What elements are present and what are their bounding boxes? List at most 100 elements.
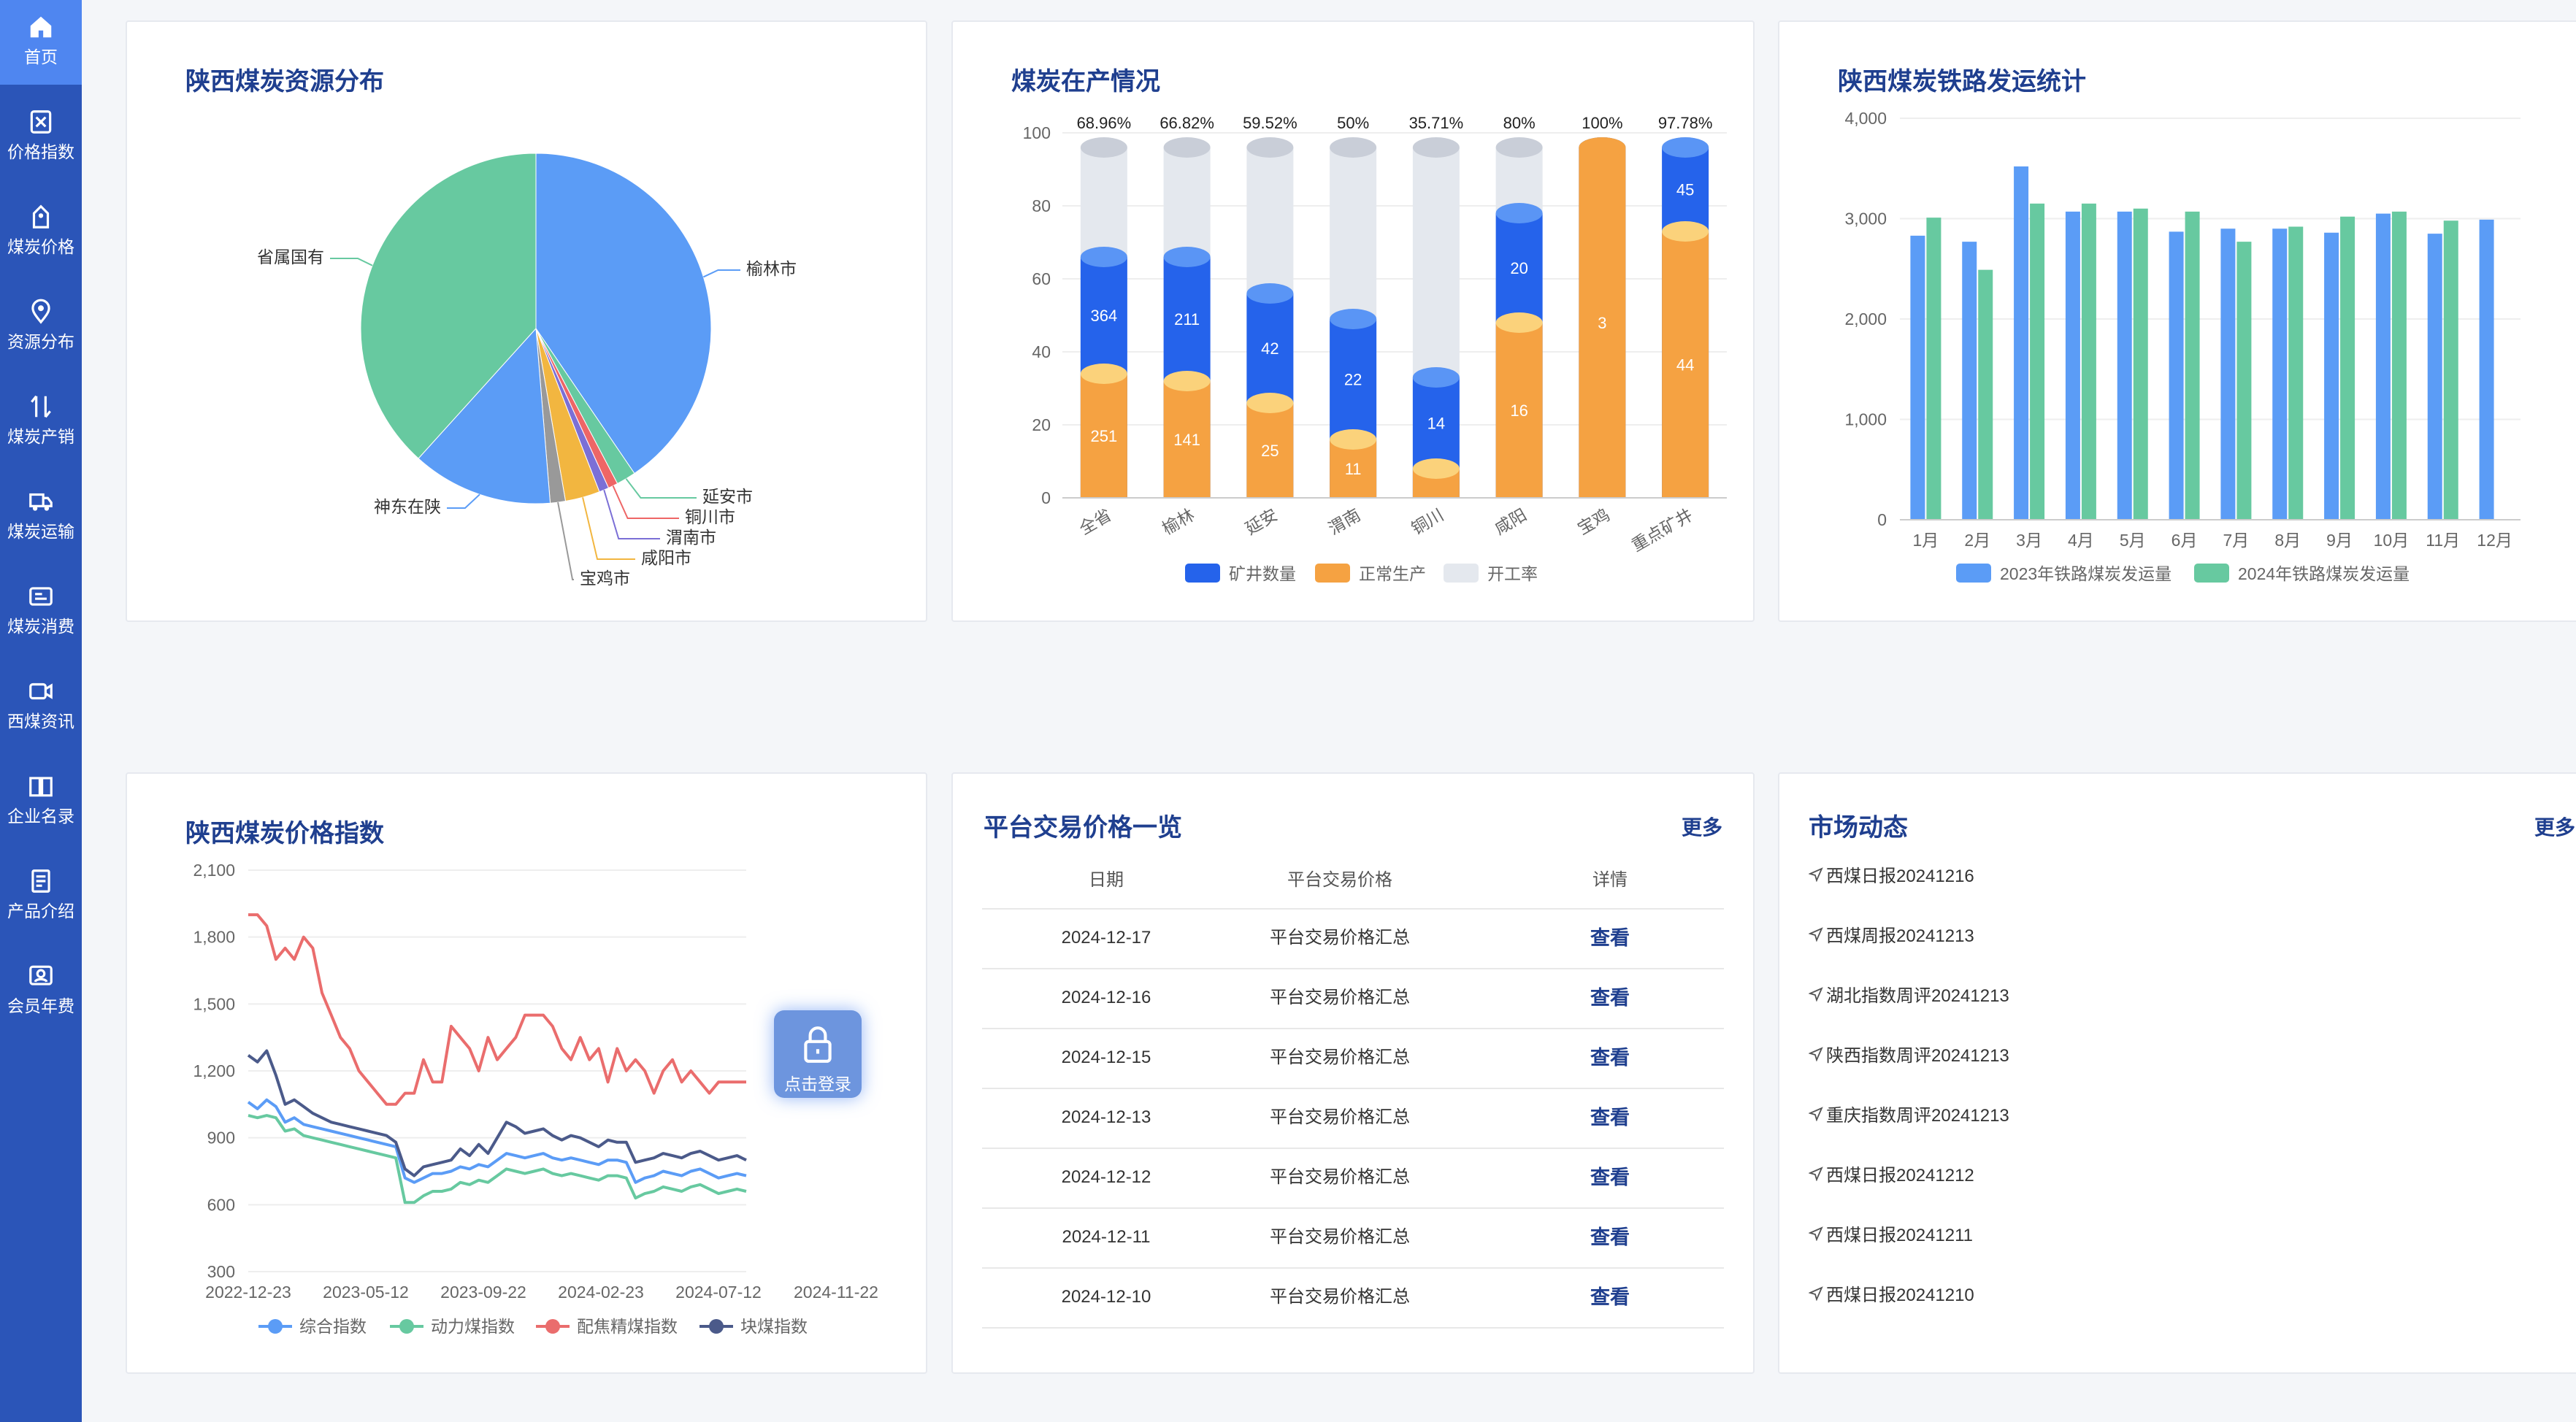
sidebar-item-news[interactable]: 西煤资讯 bbox=[0, 664, 82, 749]
sidebar-item-production-sales[interactable]: 煤炭产销 bbox=[0, 380, 82, 464]
x-tick-label: 渭南 bbox=[1325, 505, 1364, 539]
y-tick-label: 0 bbox=[1041, 488, 1051, 507]
view-link[interactable]: 查看 bbox=[1566, 1207, 1654, 1267]
send-icon bbox=[1809, 987, 1823, 1002]
sidebar-item-transport[interactable]: 煤炭运输 bbox=[0, 474, 82, 559]
news-item[interactable]: 西煤周报202412132024-12-13 bbox=[1809, 907, 2576, 966]
x-tick-label: 2024-11-22 bbox=[794, 1283, 878, 1302]
mine-count-label: 20 bbox=[1510, 259, 1527, 277]
send-icon bbox=[1809, 1286, 1823, 1301]
pie-leader-line bbox=[447, 493, 480, 509]
login-button[interactable]: 点击登录 bbox=[774, 1010, 862, 1098]
view-link[interactable]: 查看 bbox=[1566, 1088, 1654, 1148]
view-link[interactable]: 查看 bbox=[1566, 1028, 1654, 1088]
x-tick-label: 10月 bbox=[2374, 531, 2410, 550]
transfer-icon bbox=[31, 395, 51, 418]
x-tick-label: 2023-09-22 bbox=[440, 1283, 526, 1302]
shipment-bar bbox=[1962, 242, 1977, 520]
x-tick-label: 11月 bbox=[2426, 531, 2460, 550]
normal-production-label: 11 bbox=[1345, 460, 1362, 478]
news-item[interactable]: 西煤日报202412162024-12-16 bbox=[1809, 847, 2576, 907]
column-header: 详情 bbox=[1592, 870, 1628, 890]
news-title: 西煤日报20241210 bbox=[1826, 1285, 1974, 1305]
legend-swatch bbox=[1315, 564, 1350, 583]
table-row: 2024-12-17 平台交易价格汇总 查看 bbox=[982, 908, 1724, 969]
column-header: 日期 bbox=[1089, 870, 1124, 890]
shipment-bar bbox=[2169, 231, 2184, 520]
x-tick-label: 7月 bbox=[2223, 531, 2250, 550]
news-item[interactable]: 陕西指数周评202412132024-12-13 bbox=[1809, 1026, 2576, 1086]
more-link[interactable]: 更多 bbox=[2534, 812, 2575, 841]
news-title: 陕西指数周评20241213 bbox=[1826, 1046, 2009, 1066]
x-tick-label: 12月 bbox=[2477, 531, 2512, 550]
row-date: 2024-12-17 bbox=[1061, 928, 1151, 948]
normal-production-bar-top bbox=[1330, 429, 1377, 450]
rate-label: 68.96% bbox=[1077, 114, 1132, 132]
news-item[interactable]: 重庆指数周评202412132024-12-13 bbox=[1809, 1086, 2576, 1146]
sidebar-item-resource[interactable]: 资源分布 bbox=[0, 285, 82, 369]
sidebar-item-label: 价格指数 bbox=[7, 142, 74, 161]
pie-label: 榆林市 bbox=[746, 259, 797, 278]
sidebar-item-coal-price[interactable]: 煤炭价格 bbox=[0, 190, 82, 274]
sidebar-item-home[interactable]: 首页 bbox=[0, 0, 82, 85]
send-icon bbox=[1809, 1226, 1823, 1241]
view-link[interactable]: 查看 bbox=[1566, 968, 1654, 1028]
pie-label: 省属国有 bbox=[257, 247, 324, 266]
normal-production-label: 3 bbox=[1598, 314, 1606, 332]
shipment-bar bbox=[2288, 226, 2304, 520]
rate-label: 100% bbox=[1582, 114, 1622, 132]
row-name: 平台交易价格汇总 bbox=[1270, 1227, 1410, 1247]
mine-count-bar-top bbox=[1412, 367, 1460, 388]
shipment-bar bbox=[2014, 166, 2029, 520]
sidebar-item-price-index[interactable]: 价格指数 bbox=[0, 95, 82, 180]
news-item[interactable]: 湖北指数周评202412132024-12-13 bbox=[1809, 966, 2576, 1026]
normal-production-bar-top bbox=[1412, 458, 1460, 479]
table-row: 2024-12-16 平台交易价格汇总 查看 bbox=[982, 968, 1724, 1029]
sidebar-item-directory[interactable]: 企业名录 bbox=[0, 759, 82, 844]
sidebar-item-consumption[interactable]: 煤炭消费 bbox=[0, 569, 82, 654]
sidebar-item-products[interactable]: 产品介绍 bbox=[0, 854, 82, 939]
pie-label: 延安市 bbox=[702, 487, 753, 506]
legend-label: 开工率 bbox=[1487, 564, 1538, 583]
x-tick-label: 2024-02-23 bbox=[558, 1283, 644, 1302]
rate-bar-top bbox=[1412, 137, 1460, 158]
y-tick-label: 100 bbox=[1023, 123, 1051, 142]
x-tick-label: 1月 bbox=[1913, 531, 1939, 550]
normal-production-bar-top bbox=[1246, 393, 1294, 413]
location-icon bbox=[31, 299, 50, 324]
x-tick-label: 延安 bbox=[1242, 505, 1281, 539]
view-link[interactable]: 查看 bbox=[1566, 1267, 1654, 1327]
card-title: 平台交易价格一览 bbox=[984, 814, 1182, 842]
news-item[interactable]: 西煤日报202412122024-12-12 bbox=[1809, 1146, 2576, 1206]
table-row: 2024-12-12 平台交易价格汇总 查看 bbox=[982, 1148, 1724, 1209]
rate-label: 35.71% bbox=[1409, 114, 1464, 132]
x-tick-label: 3月 bbox=[2016, 531, 2042, 550]
column-header: 平台交易价格 bbox=[1287, 870, 1392, 890]
view-link[interactable]: 查看 bbox=[1566, 908, 1654, 968]
mine-count-bar-top bbox=[1246, 283, 1294, 304]
send-icon bbox=[1809, 1167, 1823, 1181]
news-item[interactable]: 西煤日报202412102024-12-10 bbox=[1809, 1266, 2576, 1326]
sidebar-item-membership[interactable]: 会员年费 bbox=[0, 949, 82, 1034]
view-link[interactable]: 查看 bbox=[1566, 1148, 1654, 1207]
y-tick-label: 1,200 bbox=[193, 1061, 235, 1080]
card-title: 市场动态 bbox=[1809, 814, 1908, 842]
x-tick-label: 6月 bbox=[2171, 531, 2198, 550]
table-row: 2024-12-11 平台交易价格汇总 查看 bbox=[982, 1207, 1724, 1269]
normal-production-bar-top bbox=[1495, 312, 1543, 333]
legend-label: 矿井数量 bbox=[1229, 564, 1296, 583]
normal-production-label: 44 bbox=[1676, 356, 1694, 374]
normal-production-label: 251 bbox=[1091, 427, 1118, 445]
legend-swatch bbox=[1185, 564, 1220, 583]
send-icon bbox=[1809, 1107, 1823, 1121]
pie-leader-line bbox=[702, 269, 740, 278]
sidebar-item-label: 煤炭价格 bbox=[7, 237, 74, 256]
y-tick-label: 900 bbox=[207, 1129, 235, 1148]
mine-count-label: 22 bbox=[1344, 371, 1362, 389]
news-item[interactable]: 西煤日报202412112024-12-11 bbox=[1809, 1206, 2576, 1266]
y-tick-label: 40 bbox=[1032, 342, 1051, 361]
more-link[interactable]: 更多 bbox=[1682, 812, 1722, 841]
shipment-bar bbox=[2375, 213, 2391, 520]
rate-bar-top bbox=[1246, 137, 1294, 158]
table-header: 日期 平台交易价格 详情 bbox=[982, 853, 1724, 910]
